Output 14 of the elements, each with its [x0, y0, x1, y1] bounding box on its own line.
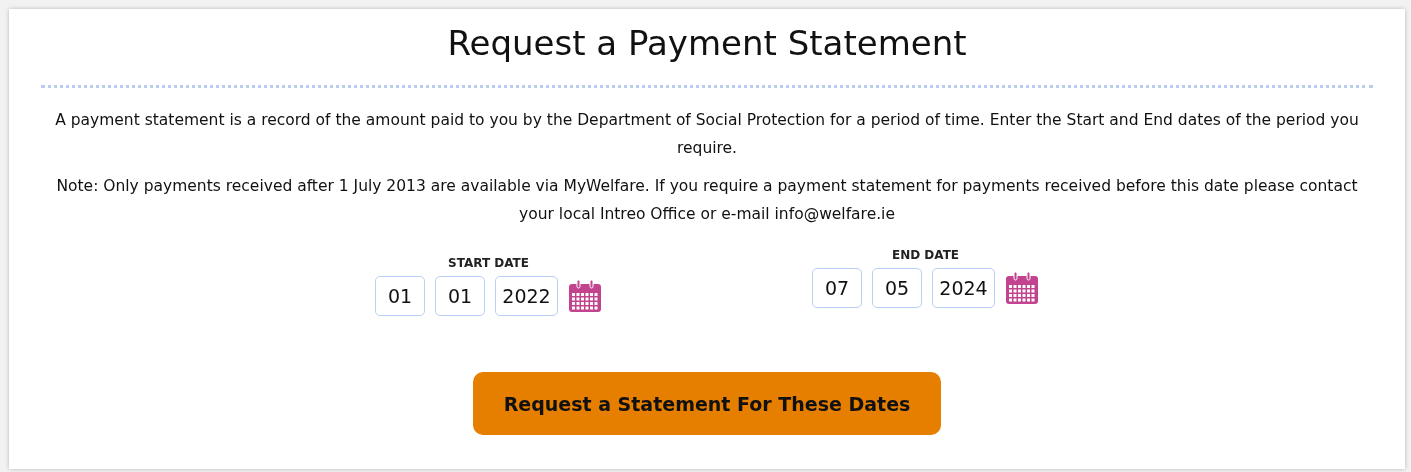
month-field[interactable]: 01 — [435, 276, 485, 316]
calendar-icon[interactable] — [568, 279, 602, 313]
month-field[interactable]: 05 — [872, 268, 922, 308]
info-paragraph: A payment statement is a record of the amount paid to you by the Department of Social Protection for a period of time. Enter the Start and End dates of the period you require. — [54, 110, 1360, 159]
date-label: END DATE — [891, 248, 960, 262]
page-title: Request a Payment Statement — [447, 23, 967, 63]
year-field[interactable]: 2022 — [495, 276, 558, 316]
request-statement-button[interactable]: Request a Statement For These Dates — [473, 372, 941, 435]
info-paragraph: Note: Only payments received after 1 July 2013 are available via MyWelfare. If you require a payment statement for payments received before this date please contact your local Intreo Office or e-mail info@welfare.ie — [55, 176, 1359, 225]
day-field[interactable]: 01 — [375, 276, 425, 316]
calendar-icon[interactable] — [1005, 271, 1039, 305]
year-field[interactable]: 2024 — [932, 268, 995, 308]
day-field[interactable]: 07 — [812, 268, 862, 308]
date-label: START DATE — [448, 256, 529, 270]
